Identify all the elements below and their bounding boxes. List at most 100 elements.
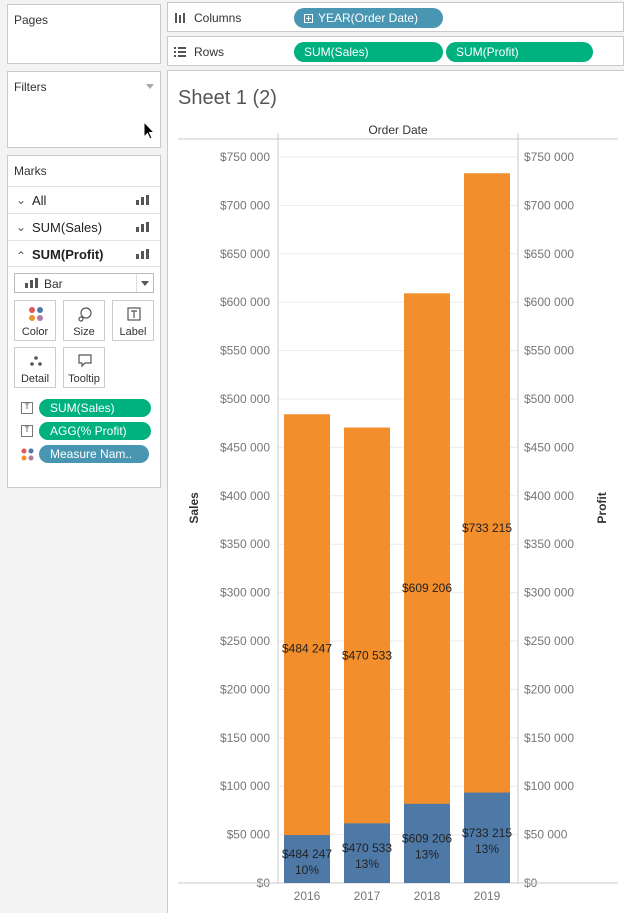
x-tick-label: 2018 [414, 889, 441, 903]
y-tick-label-right: $750 000 [524, 150, 574, 164]
y-tick-label-right: $150 000 [524, 731, 574, 745]
rows-pill-sum-profit[interactable]: SUM(Profit) [446, 42, 593, 62]
columns-shelf[interactable]: Columns YEAR(Order Date) [167, 2, 624, 32]
y-tick-label-right: $500 000 [524, 392, 574, 406]
y-tick-label-right: $450 000 [524, 440, 574, 454]
marks-card-label: All [32, 193, 47, 208]
worksheet-view: Sheet 1 (2) Order Date $0 $0 $50 000 $50 000… [167, 70, 624, 913]
tooltip-button[interactable]: Tooltip [63, 347, 105, 388]
marks-pill-measure-names[interactable]: Measure Nam.. [39, 445, 149, 463]
bar-label-profit-pct: 13% [475, 842, 499, 856]
y-tick-label-left: $700 000 [220, 198, 270, 212]
expand-icon[interactable] [304, 14, 313, 23]
bar-label-sales: $470 533 [342, 648, 392, 662]
size-button-label: Size [73, 326, 95, 338]
chevron-down-icon[interactable] [141, 281, 149, 286]
color-icon [29, 307, 43, 321]
y-tick-label-left: $50 000 [227, 828, 271, 842]
y-axis-title-left: Sales [187, 492, 201, 524]
filters-menu-icon[interactable] [146, 84, 154, 89]
y-tick-label-left: $150 000 [220, 731, 270, 745]
mark-type-dropdown[interactable]: Bar [14, 273, 154, 293]
bar-chart-icon [25, 278, 39, 288]
y-tick-label-left: $550 000 [220, 344, 270, 358]
detail-icon [30, 356, 42, 366]
tooltip-icon [78, 354, 92, 368]
bar-label-sales: $733 215 [462, 521, 512, 535]
y-tick-label-right: $200 000 [524, 682, 574, 696]
detail-button-label: Detail [20, 373, 50, 385]
chevron-down-icon[interactable]: ⌄ [16, 193, 26, 207]
marks-card-label: SUM(Sales) [32, 220, 103, 235]
y-tick-label-right: $700 000 [524, 198, 574, 212]
mark-type-label: Bar [44, 277, 63, 291]
y-tick-label-left: $350 000 [220, 537, 270, 551]
y-tick-label-left: $600 000 [220, 295, 270, 309]
bar-chart-icon [136, 222, 150, 232]
detail-button[interactable]: Detail [14, 347, 56, 388]
y-tick-label-right: $650 000 [524, 247, 574, 261]
filters-title: Filters [14, 80, 47, 94]
rows-pill-sum-sales[interactable]: SUM(Sales) [294, 42, 443, 62]
marks-pill-agg-profit[interactable]: AGG(% Profit) [39, 422, 151, 440]
chevron-down-icon[interactable]: ⌄ [16, 220, 26, 234]
columns-label: Columns [194, 11, 242, 25]
marks-panel: Marks ⌄ All ⌄ SUM(Sales) ⌃ SUM(Profit) B… [7, 155, 161, 488]
color-button[interactable]: Color [14, 300, 56, 341]
rows-label: Rows [194, 45, 225, 59]
y-tick-label-left: $200 000 [220, 682, 270, 696]
tooltip-button-label: Tooltip [68, 373, 100, 385]
marks-pill-row[interactable]: T AGG(% Profit) [21, 422, 153, 440]
y-tick-label-left: $750 000 [220, 150, 270, 164]
bar-label-profit: $484 247 [282, 847, 332, 861]
mouse-cursor-icon [143, 121, 156, 140]
color-icon [21, 448, 34, 461]
y-axis-title-right: Profit [595, 492, 609, 523]
y-tick-label-left: $300 000 [220, 586, 270, 600]
bar-label-profit-pct: 13% [355, 857, 379, 871]
label-button[interactable]: Label [112, 300, 154, 341]
text-icon [127, 307, 141, 321]
bar-label-profit-pct: 13% [415, 847, 439, 861]
bar-label-profit: $733 215 [462, 826, 512, 840]
chevron-up-icon[interactable]: ⌃ [16, 249, 26, 263]
bar-label-profit: $470 533 [342, 841, 392, 855]
y-tick-label-left: $100 000 [220, 779, 270, 793]
y-tick-label-right: $350 000 [524, 537, 574, 551]
x-tick-label: 2016 [294, 889, 321, 903]
marks-card-all[interactable]: ⌄ All [8, 186, 160, 212]
y-tick-label-right: $400 000 [524, 489, 574, 503]
pages-panel[interactable]: Pages [7, 4, 161, 64]
marks-pill-row[interactable]: Measure Nam.. [21, 445, 153, 463]
y-tick-label-right: $100 000 [524, 779, 574, 793]
bar-chart: Order Date$0 $0$50 000 $50 000$100 000 $100… [178, 123, 618, 903]
bar-label-sales: $484 247 [282, 642, 332, 656]
marks-card-sum-profit[interactable]: ⌃ SUM(Profit) [8, 240, 160, 266]
bar-label-sales: $609 206 [402, 581, 452, 595]
column-header: Order Date [368, 123, 428, 137]
pages-title: Pages [14, 13, 49, 27]
marks-pill-sum-sales[interactable]: SUM(Sales) [39, 399, 151, 417]
size-icon [78, 307, 92, 322]
text-icon: T [21, 425, 33, 437]
marks-card-sum-sales[interactable]: ⌄ SUM(Sales) [8, 213, 160, 239]
marks-title: Marks [14, 164, 47, 178]
columns-pill-year-order-date[interactable]: YEAR(Order Date) [294, 8, 443, 28]
y-tick-label-right: $250 000 [524, 634, 574, 648]
columns-icon [175, 13, 185, 23]
columns-pill-label: YEAR(Order Date) [318, 11, 419, 25]
y-tick-label-right: $600 000 [524, 295, 574, 309]
y-tick-label-left: $450 000 [220, 440, 270, 454]
x-tick-label: 2017 [354, 889, 381, 903]
y-tick-label-right: $550 000 [524, 344, 574, 358]
label-button-label: Label [119, 326, 147, 338]
x-tick-label: 2019 [474, 889, 501, 903]
size-button[interactable]: Size [63, 300, 105, 341]
y-tick-label-right: $300 000 [524, 586, 574, 600]
rows-shelf[interactable]: Rows SUM(Sales) SUM(Profit) [167, 36, 624, 66]
filters-panel[interactable]: Filters [7, 71, 161, 148]
marks-pill-row[interactable]: T SUM(Sales) [21, 399, 153, 417]
rows-icon [174, 47, 186, 57]
bar-label-profit: $609 206 [402, 831, 452, 845]
marks-card-label: SUM(Profit) [32, 247, 104, 262]
